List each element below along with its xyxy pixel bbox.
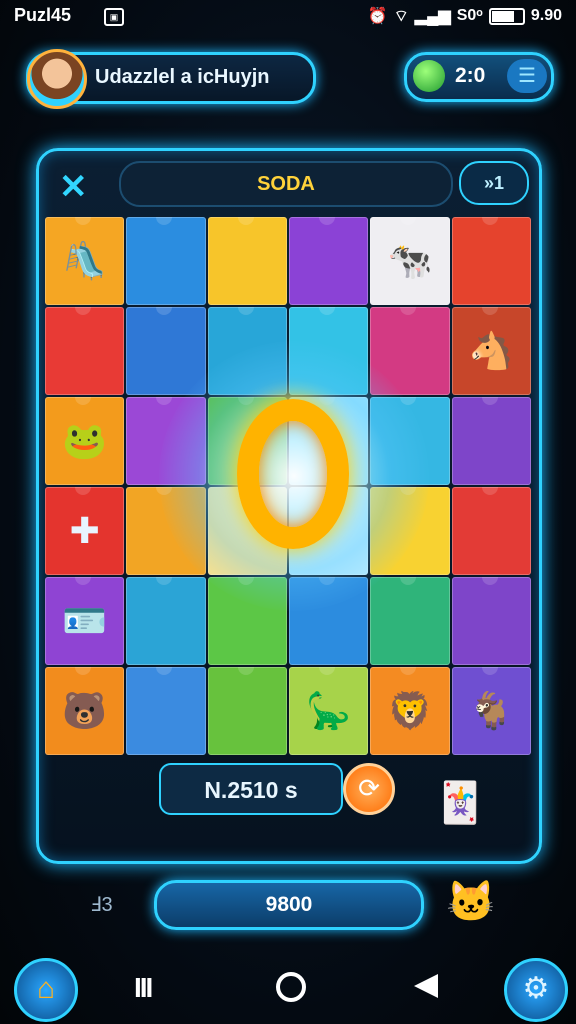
puzzle-tile[interactable]: 🐸 bbox=[45, 397, 125, 485]
puzzle-tile[interactable] bbox=[451, 217, 531, 305]
puzzle-tile[interactable] bbox=[370, 577, 450, 665]
coins-pill[interactable]: 9800 bbox=[154, 880, 424, 930]
puzzle-tile[interactable] bbox=[289, 307, 369, 395]
home-circle-icon[interactable] bbox=[276, 972, 306, 1002]
title-bar: SODA bbox=[119, 161, 453, 207]
board-title: SODA bbox=[257, 173, 315, 195]
level-button[interactable]: »1 bbox=[459, 161, 529, 205]
coins-value: 9800 bbox=[265, 893, 313, 916]
puzzle-tile[interactable] bbox=[126, 487, 206, 575]
puzzle-tile[interactable]: 🪪 bbox=[45, 577, 125, 665]
player-name: Udazzlel a icHuyjn bbox=[95, 66, 270, 88]
puzzle-tile[interactable]: 🦁 bbox=[370, 667, 450, 755]
tile-art-icon: ✚ bbox=[69, 510, 100, 551]
timer-box: N.2510 s bbox=[159, 763, 343, 815]
menu-icon[interactable]: ☰ bbox=[507, 59, 547, 93]
clock: 9.90 bbox=[530, 7, 562, 24]
tile-art-icon: 🪪 bbox=[62, 600, 108, 641]
puzzle-tile[interactable] bbox=[207, 217, 287, 305]
tile-art-icon: 🐄 bbox=[387, 240, 433, 281]
tile-art-icon: 🐐 bbox=[468, 690, 514, 731]
puzzle-tile[interactable] bbox=[126, 667, 206, 755]
nav-bar: ⌂ III ⚙ bbox=[0, 950, 576, 1024]
tile-art-icon: 🐴 bbox=[468, 330, 514, 371]
battery-icon bbox=[488, 7, 525, 25]
notification-icon: ▣ bbox=[104, 8, 124, 26]
status-app-name: Puzl45 bbox=[14, 5, 72, 25]
tile-art-icon: 🛝 bbox=[62, 240, 108, 281]
puzzle-board: ✕ SODA »1 🛝🐄🐴🐸✚🪪🐻🦕🦁🐐🎠🦎🦜🧑 N.2510 s ⟳ 🃏 bbox=[36, 148, 542, 864]
score-pill[interactable]: 2:0 ☰ bbox=[404, 52, 554, 102]
gem-icon bbox=[413, 60, 445, 92]
big-zero-icon bbox=[237, 399, 349, 549]
status-right: ⏰ ⌔ ▂▄▆ S0ᵒ 9.90 bbox=[368, 6, 562, 26]
battery-text: S0ᵒ bbox=[456, 7, 483, 24]
puzzle-tile[interactable] bbox=[370, 307, 450, 395]
puzzle-tile[interactable] bbox=[451, 487, 531, 575]
back-icon[interactable] bbox=[414, 974, 438, 998]
puzzle-tile[interactable]: 🛝 bbox=[45, 217, 125, 305]
score-value: 2:0 bbox=[455, 64, 486, 87]
left-label: Ⅎ3 bbox=[90, 894, 113, 916]
tile-art-icon: 🐸 bbox=[62, 420, 108, 461]
tile-art-icon: 🦕 bbox=[306, 690, 352, 731]
recent-apps-icon[interactable]: III bbox=[134, 972, 153, 1004]
signal-icon: ▂▄▆ bbox=[414, 8, 451, 25]
jester-icon: 🃏 bbox=[435, 781, 485, 825]
wifi-icon: ⌔ bbox=[393, 8, 409, 25]
gear-icon[interactable]: ⚙ bbox=[504, 958, 568, 1022]
puzzle-tile[interactable] bbox=[207, 577, 287, 665]
puzzle-tile[interactable] bbox=[126, 577, 206, 665]
cat-icon[interactable]: 🐱 bbox=[446, 878, 496, 925]
puzzle-tile[interactable] bbox=[451, 397, 531, 485]
puzzle-tile[interactable]: 🐄 bbox=[370, 217, 450, 305]
home-icon[interactable]: ⌂ bbox=[14, 958, 78, 1022]
puzzle-tile[interactable] bbox=[370, 397, 450, 485]
puzzle-tile[interactable] bbox=[126, 217, 206, 305]
puzzle-tile[interactable] bbox=[45, 307, 125, 395]
puzzle-tile[interactable] bbox=[289, 577, 369, 665]
puzzle-tile[interactable] bbox=[451, 577, 531, 665]
alarm-icon: ⏰ bbox=[367, 8, 388, 25]
puzzle-tile[interactable] bbox=[126, 397, 206, 485]
puzzle-tile[interactable]: 🐴 bbox=[451, 307, 531, 395]
puzzle-tile[interactable] bbox=[126, 307, 206, 395]
tile-art-icon: 🐻 bbox=[62, 690, 108, 731]
player-profile[interactable]: Udazzlel a icHuyjn bbox=[26, 49, 316, 109]
puzzle-tile[interactable] bbox=[370, 487, 450, 575]
tile-art-icon: 🦁 bbox=[387, 690, 433, 731]
close-icon[interactable]: ✕ bbox=[59, 167, 88, 207]
puzzle-tile[interactable]: ✚ bbox=[45, 487, 125, 575]
avatar-icon[interactable] bbox=[27, 49, 87, 109]
puzzle-tile[interactable]: 🐻 bbox=[45, 667, 125, 755]
timer-text: N.2510 s bbox=[204, 777, 298, 803]
puzzle-tile[interactable] bbox=[207, 667, 287, 755]
status-bar: Puzl45 ▣ ⏰ ⌔ ▂▄▆ S0ᵒ 9.90 bbox=[0, 0, 576, 32]
puzzle-tile[interactable]: 🐐 bbox=[451, 667, 531, 755]
puzzle-tile[interactable] bbox=[207, 307, 287, 395]
puzzle-tile[interactable] bbox=[289, 217, 369, 305]
puzzle-tile[interactable]: 🦕 bbox=[289, 667, 369, 755]
hint-button[interactable]: ⟳ bbox=[343, 763, 395, 815]
